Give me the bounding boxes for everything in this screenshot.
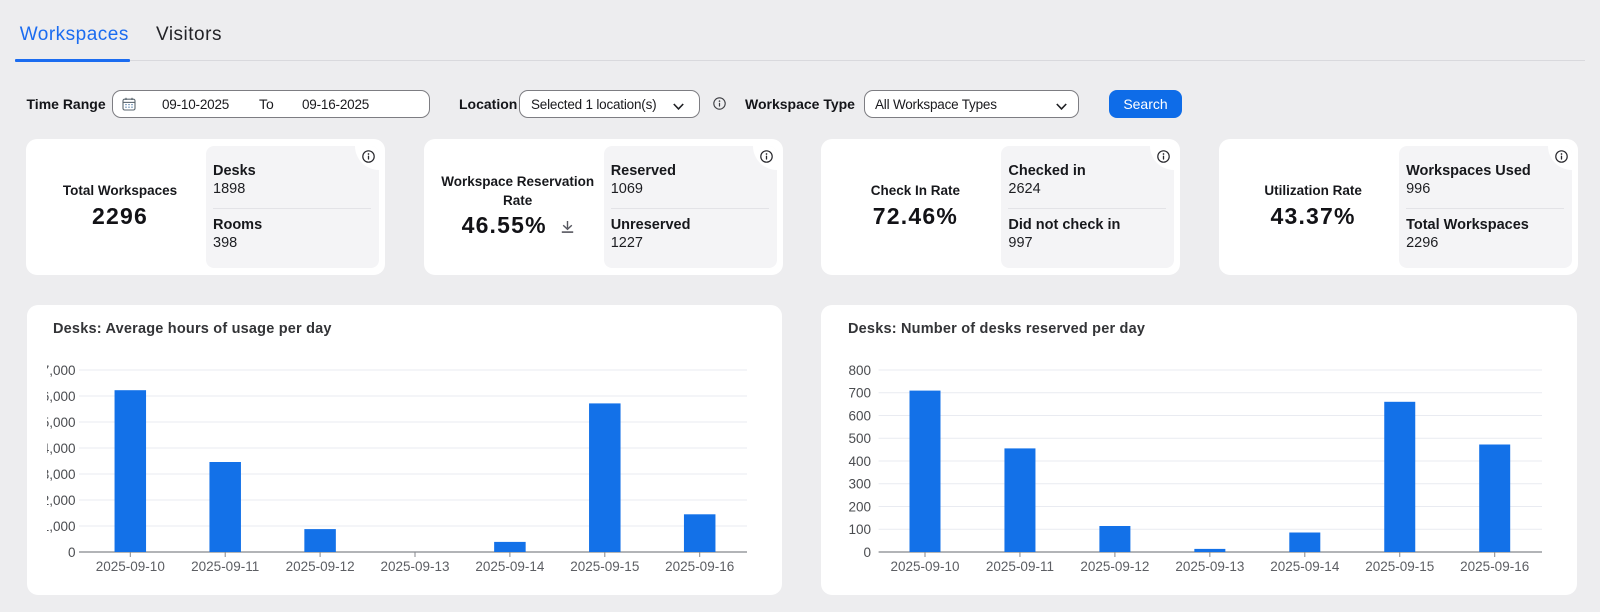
- svg-text:2025-09-12: 2025-09-12: [1080, 559, 1149, 574]
- svg-text:2025-09-15: 2025-09-15: [1365, 559, 1434, 574]
- svg-text:100: 100: [848, 522, 871, 537]
- svg-text:6,000: 6,000: [47, 389, 76, 404]
- svg-text:500: 500: [848, 431, 871, 446]
- svg-text:200: 200: [848, 499, 871, 514]
- svg-text:2025-09-12: 2025-09-12: [286, 559, 355, 574]
- svg-text:700: 700: [848, 386, 871, 401]
- svg-text:2025-09-10: 2025-09-10: [96, 559, 165, 574]
- svg-text:2025-09-11: 2025-09-11: [191, 559, 259, 574]
- svg-text:4,000: 4,000: [47, 441, 76, 456]
- svg-text:800: 800: [848, 363, 871, 378]
- svg-text:0: 0: [68, 545, 76, 560]
- svg-text:2025-09-11: 2025-09-11: [986, 559, 1054, 574]
- svg-text:400: 400: [848, 454, 871, 469]
- svg-text:2025-09-13: 2025-09-13: [380, 559, 449, 574]
- svg-text:2025-09-10: 2025-09-10: [890, 559, 959, 574]
- svg-text:2025-09-15: 2025-09-15: [570, 559, 639, 574]
- svg-text:1,000: 1,000: [47, 519, 76, 534]
- svg-text:2025-09-16: 2025-09-16: [665, 559, 734, 574]
- svg-text:300: 300: [848, 477, 871, 492]
- svg-text:3,000: 3,000: [47, 467, 76, 482]
- svg-text:2025-09-13: 2025-09-13: [1175, 559, 1244, 574]
- svg-text:600: 600: [848, 408, 871, 423]
- svg-text:2,000: 2,000: [47, 493, 76, 508]
- svg-text:2025-09-14: 2025-09-14: [475, 559, 545, 574]
- svg-text:5,000: 5,000: [47, 415, 76, 430]
- svg-text:7,000: 7,000: [47, 363, 76, 378]
- svg-text:2025-09-16: 2025-09-16: [1460, 559, 1529, 574]
- svg-text:0: 0: [863, 545, 871, 560]
- svg-text:2025-09-14: 2025-09-14: [1270, 559, 1340, 574]
